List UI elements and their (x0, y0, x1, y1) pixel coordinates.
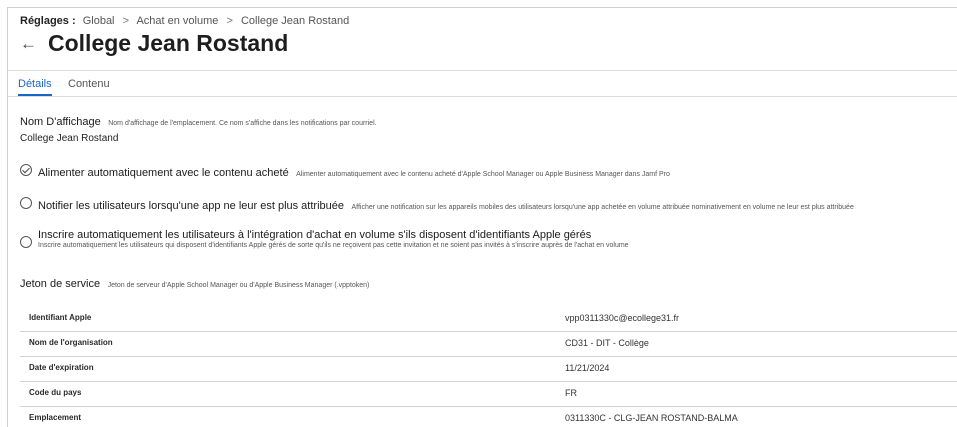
auto-register-description: Inscrire automatiquement les utilisateur… (38, 242, 629, 249)
auto-populate-option: Alimenter automatiquement avec le conten… (38, 163, 670, 181)
auto-populate-checkbox[interactable] (20, 164, 32, 176)
notify-users-option: Notifier les utilisateurs lorsqu'une app… (38, 196, 854, 214)
settings-panel: Réglages : Global > Achat en volume > Co… (7, 7, 957, 427)
table-row: Emplacement 0311330C - CLG-JEAN ROSTAND-… (20, 407, 957, 427)
tab-content[interactable]: Contenu (68, 78, 110, 90)
auto-register-checkbox[interactable] (20, 236, 32, 248)
display-name-label-row: Nom D'affichage Nom d'affichage de l'emp… (20, 112, 377, 130)
table-value: 11/21/2024 (565, 363, 610, 373)
tab-details[interactable]: Détails (18, 78, 52, 90)
table-value: CD31 - DIT - Collège (565, 338, 649, 348)
breadcrumb-item-volume-purchasing[interactable]: Achat en volume (136, 15, 218, 27)
breadcrumb-separator: > (122, 15, 129, 27)
auto-populate-label: Alimenter automatiquement avec le conten… (38, 167, 289, 179)
service-token-description: Jeton de serveur d'Apple School Manager … (107, 282, 370, 289)
table-row: Code du pays FR (20, 382, 957, 407)
breadcrumb: Réglages : Global > Achat en volume > Co… (20, 15, 349, 27)
auto-populate-description: Alimenter automatiquement avec le conten… (296, 171, 670, 178)
table-key: Code du pays (29, 388, 82, 397)
table-key: Identifiant Apple (29, 313, 92, 322)
table-value: 0311330C - CLG-JEAN ROSTAND-BALMA (565, 413, 738, 423)
display-name-value: College Jean Rostand (20, 133, 119, 144)
notify-users-description: Afficher une notification sur les appare… (351, 204, 854, 211)
breadcrumb-separator: > (226, 15, 233, 27)
tabs-divider (8, 96, 957, 97)
service-token-label: Jeton de service (20, 278, 101, 290)
page-title: College Jean Rostand (48, 30, 289, 56)
tab-bar: Détails Contenu (8, 71, 957, 99)
table-key: Nom de l'organisation (29, 338, 113, 347)
back-arrow-icon[interactable]: ← (20, 34, 37, 54)
breadcrumb-lead: Réglages : (20, 15, 76, 27)
breadcrumb-item-global[interactable]: Global (83, 15, 115, 27)
table-value: FR (565, 388, 577, 398)
service-token-label-row: Jeton de service Jeton de serveur d'Appl… (20, 274, 369, 292)
table-key: Date d'expiration (29, 363, 94, 372)
table-row: Identifiant Apple vpp0311330c@ecollege31… (20, 307, 957, 332)
token-details-table: Identifiant Apple vpp0311330c@ecollege31… (20, 307, 957, 427)
auto-register-option: Inscrire automatiquement les utilisateur… (38, 229, 629, 249)
display-name-description: Nom d'affichage de l'emplacement. Ce nom… (108, 120, 377, 127)
display-name-label: Nom D'affichage (20, 116, 101, 128)
breadcrumb-item-current: College Jean Rostand (240, 15, 350, 27)
page-header: Réglages : Global > Achat en volume > Co… (8, 8, 957, 70)
notify-users-label: Notifier les utilisateurs lorsqu'une app… (38, 200, 344, 212)
notify-users-checkbox[interactable] (20, 197, 32, 209)
auto-register-label: Inscrire automatiquement les utilisateur… (38, 229, 592, 241)
table-row: Nom de l'organisation CD31 - DIT - Collè… (20, 332, 957, 357)
table-row: Date d'expiration 11/21/2024 (20, 357, 957, 382)
checkmark-icon (22, 165, 30, 174)
table-value: vpp0311330c@ecollege31.fr (565, 313, 680, 323)
table-key: Emplacement (29, 413, 82, 422)
